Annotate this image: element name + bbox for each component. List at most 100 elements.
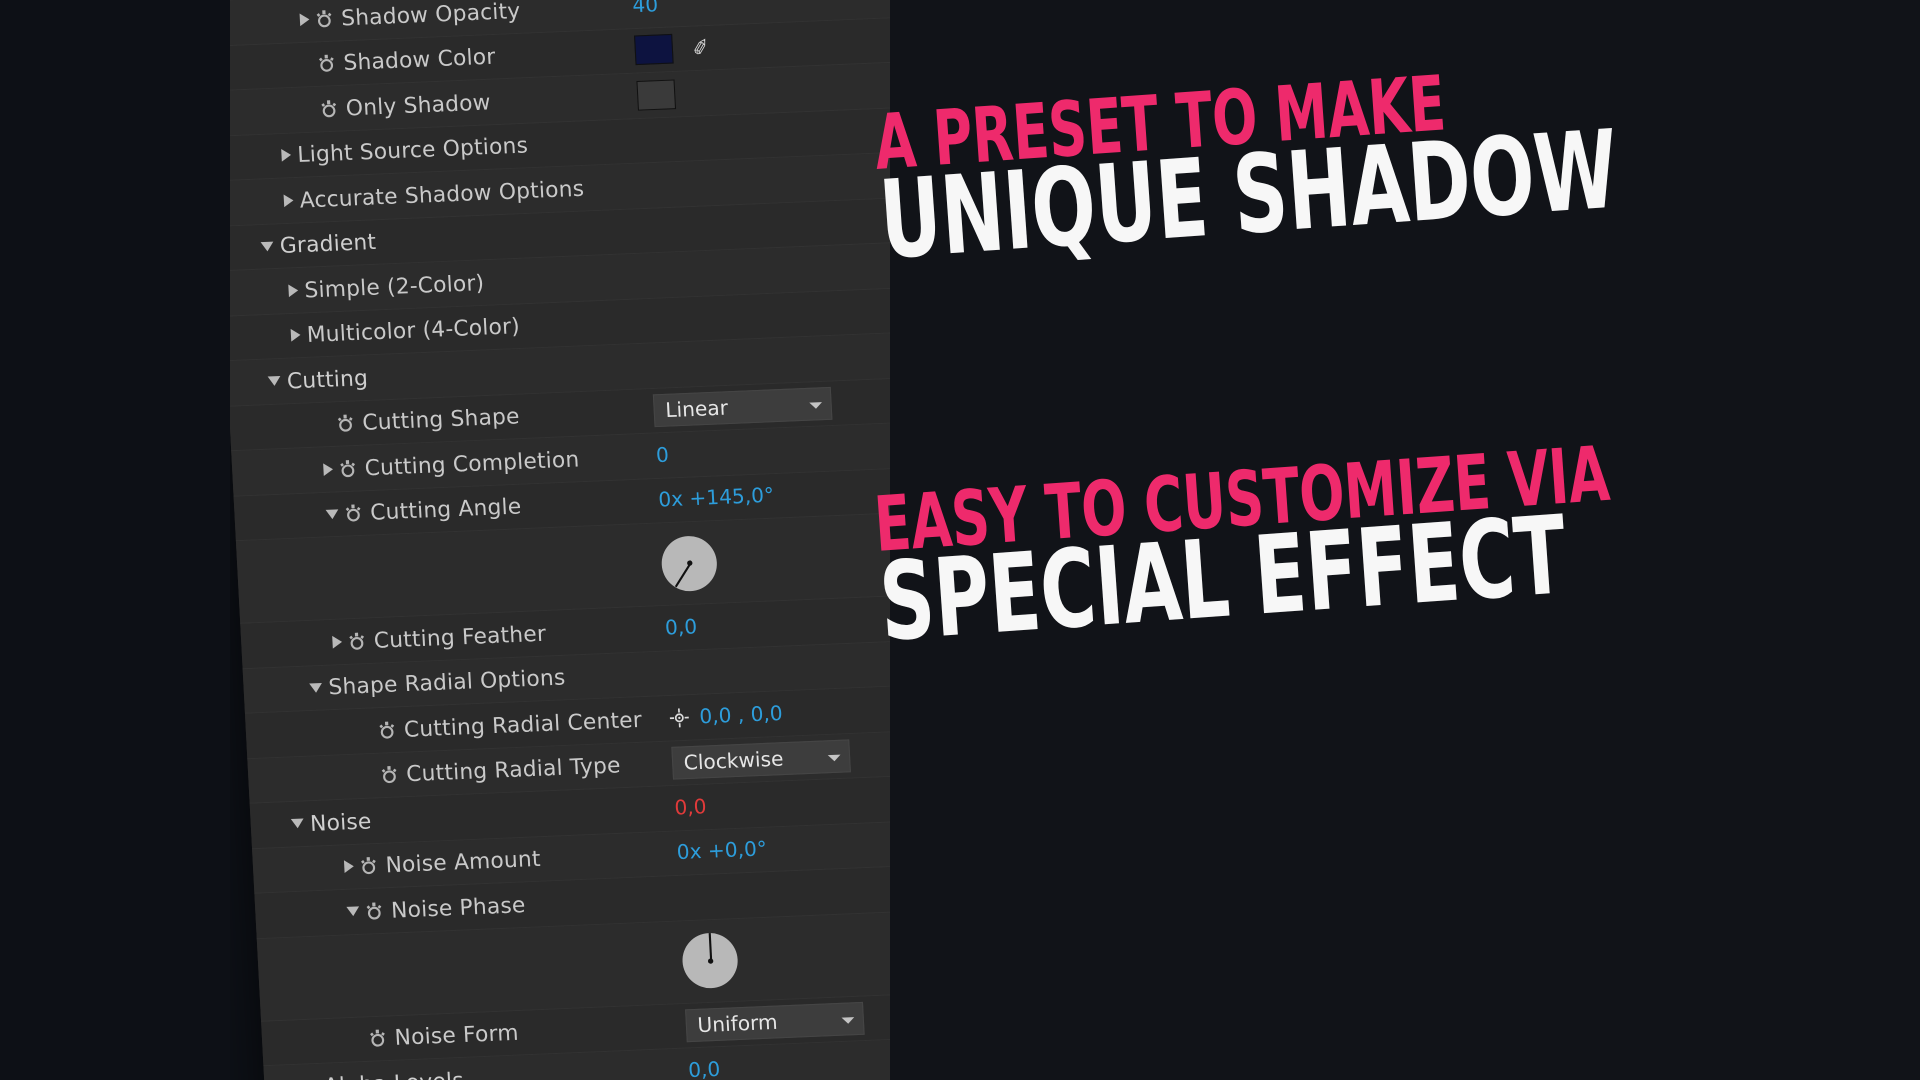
disclosure-triangle-closed[interactable]	[332, 635, 343, 649]
color-swatch[interactable]	[634, 34, 674, 66]
stopwatch-toggle[interactable]	[360, 856, 378, 876]
disclosure-triangle-closed[interactable]	[283, 193, 294, 207]
left-background-gutter	[0, 0, 246, 1080]
property-label-group: Cutting Completion	[232, 446, 580, 486]
anchor-point-icon[interactable]	[669, 708, 689, 728]
angle-dial-control[interactable]	[660, 534, 719, 592]
property-name: Light Source Options	[296, 132, 529, 168]
property-label-group	[238, 571, 346, 588]
angle-dial-hub	[707, 957, 713, 964]
disclosure-triangle-closed[interactable]	[281, 148, 292, 162]
stopwatch-toggle[interactable]	[320, 99, 338, 119]
eyedropper-icon[interactable]: ✐	[689, 33, 713, 62]
disclosure-triangle-closed[interactable]	[288, 283, 299, 297]
property-label-group: Alpha Levels	[264, 1067, 464, 1080]
stopwatch-toggle[interactable]	[378, 720, 396, 740]
stopwatch-toggle[interactable]	[336, 414, 354, 434]
dropdown-value-label: Uniform	[696, 1010, 779, 1038]
property-label-group: Noise Form	[262, 1020, 519, 1056]
property-name: Cutting Feather	[373, 620, 547, 653]
property-label-group: Cutting Angle	[234, 494, 522, 531]
stopwatch-icon[interactable]	[378, 720, 396, 740]
property-name: Accurate Shadow Options	[299, 175, 585, 213]
property-label-group: Gradient	[230, 229, 377, 261]
property-label-group: Shape Radial Options	[243, 665, 566, 704]
disclosure-triangle-closed[interactable]	[290, 328, 301, 342]
property-value-text[interactable]: 40	[632, 0, 659, 17]
stopwatch-toggle[interactable]	[365, 901, 383, 921]
stopwatch-icon[interactable]	[318, 54, 336, 74]
anchor-point-button[interactable]	[669, 708, 689, 728]
effect-properties-list: Shadow Angle0x +145,0°Shadow Length75,0S…	[230, 0, 890, 1080]
property-name: Gradient	[279, 229, 377, 259]
property-name: Simple (2-Color)	[303, 269, 485, 303]
property-label-group: Accurate Shadow Options	[230, 175, 585, 216]
stopwatch-icon[interactable]	[380, 765, 398, 785]
disclosure-triangle-closed[interactable]	[343, 860, 355, 874]
disclosure-triangle-open[interactable]	[309, 682, 323, 693]
property-name: Cutting Completion	[364, 446, 581, 481]
property-label-group: Simple (2-Color)	[230, 270, 485, 306]
property-label-group: Cutting Radial Center	[245, 706, 643, 748]
property-value-text[interactable]: 0,0	[674, 795, 707, 820]
property-value-text[interactable]: 0,0	[688, 1058, 721, 1080]
property-label-group: Only Shadow	[230, 89, 491, 126]
angle-dial-needle	[708, 932, 713, 961]
stopwatch-toggle[interactable]	[380, 765, 398, 785]
property-dropdown[interactable]: Uniform	[685, 1001, 865, 1042]
stopwatch-icon[interactable]	[315, 9, 333, 29]
property-name: Noise	[309, 807, 373, 836]
property-value-text[interactable]: 0x +145,0°	[658, 484, 775, 512]
stopwatch-icon[interactable]	[360, 856, 378, 876]
property-label-group: Noise Amount	[253, 846, 541, 883]
property-label-group: Light Source Options	[230, 133, 529, 171]
property-value-text[interactable]: 0	[655, 443, 669, 467]
disclosure-triangle-open[interactable]	[260, 241, 274, 252]
property-dropdown[interactable]: Clockwise	[671, 739, 851, 780]
property-label-group: Multicolor (4-Color)	[230, 313, 520, 351]
property-label-group: Noise Phase	[255, 892, 526, 929]
property-name: Shape Radial Options	[327, 664, 567, 700]
stopwatch-toggle[interactable]	[344, 503, 362, 523]
stopwatch-toggle[interactable]	[339, 459, 357, 479]
stopwatch-toggle[interactable]	[315, 9, 333, 29]
property-value-text[interactable]: 0,0 , 0,0	[699, 702, 783, 729]
disclosure-triangle-closed[interactable]	[323, 462, 334, 476]
stopwatch-icon[interactable]	[369, 1029, 387, 1049]
stopwatch-icon[interactable]	[344, 503, 362, 523]
property-dropdown[interactable]: Linear	[652, 386, 833, 427]
stopwatch-toggle[interactable]	[369, 1029, 387, 1049]
stopwatch-icon[interactable]	[339, 459, 357, 479]
disclosure-triangle-open[interactable]	[267, 376, 281, 387]
stopwatch-icon[interactable]	[365, 901, 383, 921]
stopwatch-icon[interactable]	[348, 631, 366, 651]
property-value-cell	[660, 512, 890, 605]
disclosure-triangle-open[interactable]	[290, 818, 305, 829]
property-label-group: Cutting Shape	[230, 403, 520, 441]
color-swatch[interactable]	[636, 79, 677, 111]
angle-dial-control[interactable]	[681, 931, 740, 990]
stopwatch-icon[interactable]	[336, 414, 354, 434]
stopwatch-icon[interactable]	[320, 99, 338, 119]
disclosure-triangle-open[interactable]	[346, 906, 360, 917]
property-name: Shadow Color	[342, 43, 497, 76]
property-name: Noise Phase	[390, 891, 527, 923]
property-name: Alpha Levels	[323, 1067, 464, 1080]
disclosure-triangle-open[interactable]	[325, 509, 339, 520]
stopwatch-toggle[interactable]	[348, 631, 366, 651]
property-value-text[interactable]: 0,0	[664, 615, 697, 640]
property-name: Cutting Radial Center	[403, 706, 643, 742]
property-label-group: Shadow Color	[230, 44, 496, 81]
property-value-text[interactable]: 0x +0,0°	[676, 838, 767, 865]
property-name: Shadow Opacity	[340, 0, 521, 31]
property-name: Multicolor (4-Color)	[306, 313, 521, 348]
chevron-down-icon	[827, 754, 841, 762]
dropdown-value-label: Clockwise	[683, 747, 785, 775]
stopwatch-toggle[interactable]	[318, 54, 336, 74]
disclosure-triangle-closed[interactable]	[299, 12, 310, 26]
